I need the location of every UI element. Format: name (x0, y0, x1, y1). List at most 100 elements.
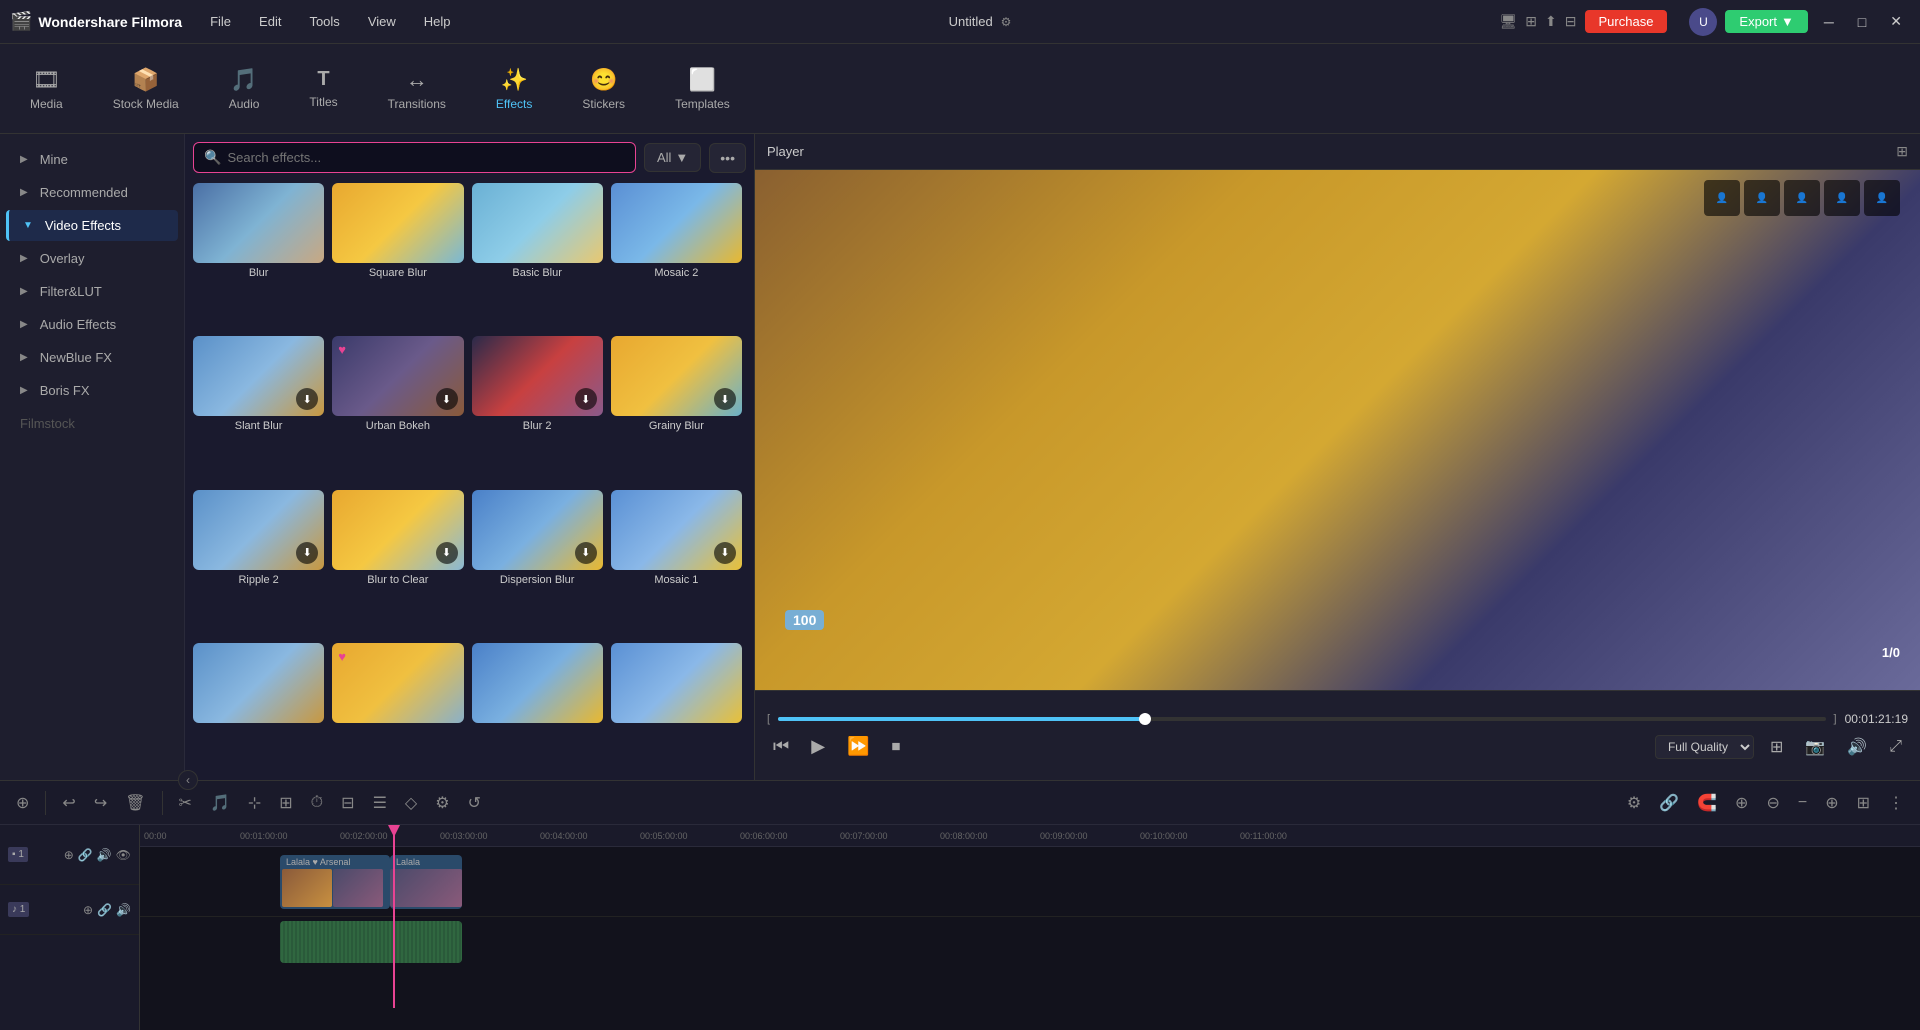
tl-keyframe-button[interactable]: ◇ (399, 789, 423, 817)
minimize-button[interactable]: ─ (1816, 10, 1842, 34)
effect-blur-to-clear[interactable]: ⬇ Blur to Clear (332, 490, 463, 635)
sidebar-item-video-effects[interactable]: ▼ Video Effects (6, 210, 178, 241)
purchase-button[interactable]: Purchase (1585, 10, 1668, 33)
playhead[interactable]: ✂ (393, 825, 395, 1008)
timeline-area[interactable]: 00:00 00:01:00:00 00:02:00:00 00:03:00:0… (140, 825, 1920, 1030)
sidebar-item-recommended[interactable]: ▶ Recommended (6, 177, 178, 208)
toolbar-effects[interactable]: ✨ Effects (486, 61, 542, 117)
track-a1-volume[interactable]: 🔊 (116, 903, 131, 917)
effect-basic-blur[interactable]: Basic Blur (472, 183, 603, 328)
sidebar-item-overlay[interactable]: ▶ Overlay (6, 243, 178, 274)
icon-template[interactable]: ⊞ (1525, 13, 1537, 30)
close-button[interactable]: ✕ (1882, 9, 1910, 34)
progress-bar[interactable] (778, 717, 1825, 721)
tl-snap-button[interactable]: 🔗 (1653, 789, 1685, 817)
play-forward-button[interactable]: ⏩ (841, 734, 875, 759)
tl-transform-button[interactable]: ⊟ (335, 789, 360, 817)
track-v1-add[interactable]: ⊕ (64, 848, 74, 862)
effect-urban-bokeh[interactable]: ♥ ⬇ Urban Bokeh (332, 336, 463, 481)
video-clip-1[interactable]: Lalala ♥ Arsenal (280, 855, 390, 909)
sidebar-item-audio-effects[interactable]: ▶ Audio Effects (6, 309, 178, 340)
effect-row4a[interactable] (193, 643, 324, 772)
sidebar-item-filter-lut[interactable]: ▶ Filter&LUT (6, 276, 178, 307)
effect-square-blur[interactable]: Square Blur (332, 183, 463, 328)
more-options-button[interactable]: ••• (709, 143, 746, 173)
play-button[interactable]: ▶ (805, 734, 831, 759)
toolbar-transitions[interactable]: ↔ Transitions (378, 61, 456, 117)
toolbar-titles[interactable]: T Titles (299, 62, 347, 115)
effect-row4b[interactable]: ♥ (332, 643, 463, 772)
video-clip-2[interactable]: Lalala (390, 855, 462, 909)
menu-file[interactable]: File (200, 10, 241, 33)
fit-screen-button[interactable]: ⊞ (1764, 735, 1789, 759)
toolbar-templates[interactable]: ⬜ Templates (665, 61, 740, 117)
icon-grid[interactable]: ⊟ (1565, 13, 1577, 30)
maximize-button[interactable]: □ (1850, 10, 1874, 34)
toolbar-stickers[interactable]: 😊 Stickers (572, 61, 635, 117)
tl-reverse-button[interactable]: ↺ (462, 789, 487, 817)
effect-dispersion-blur[interactable]: ⬇ Dispersion Blur (472, 490, 603, 635)
track-a1-add[interactable]: ⊕ (83, 903, 93, 917)
effect-blur-2[interactable]: ⬇ Blur 2 (472, 336, 603, 481)
tl-undo-button[interactable]: ↩ (56, 789, 81, 817)
menu-edit[interactable]: Edit (249, 10, 291, 33)
tl-delete-button[interactable]: 🗑 (119, 789, 151, 817)
screenshot-button[interactable]: 📷 (1799, 735, 1831, 759)
track-v1-link[interactable]: 🔗 (78, 848, 93, 862)
menu-view[interactable]: View (358, 10, 406, 33)
bracket-right[interactable]: ] (1834, 713, 1837, 725)
tl-add-media-button[interactable]: ⊕ (10, 789, 35, 817)
user-avatar[interactable]: U (1689, 8, 1717, 36)
tl-minus2-button[interactable]: − (1792, 790, 1813, 816)
sidebar-item-boris-fx[interactable]: ▶ Boris FX (6, 375, 178, 406)
track-a1-link[interactable]: 🔗 (97, 903, 112, 917)
tl-audio-button[interactable]: 🎵 (204, 789, 236, 817)
tl-redo-button[interactable]: ↪ (88, 789, 113, 817)
tl-plus-button[interactable]: ⊕ (1819, 789, 1844, 817)
tl-settings-button[interactable]: ⚙ (1621, 789, 1647, 817)
effect-mosaic-2[interactable]: Mosaic 2 (611, 183, 742, 328)
toolbar-media[interactable]: 🎞 Media (20, 61, 73, 117)
toolbar-stock-media[interactable]: 📦 Stock Media (103, 61, 189, 117)
effect-slant-blur[interactable]: ⬇ Slant Blur (193, 336, 324, 481)
icon-upload[interactable]: ⬆ (1545, 13, 1557, 30)
track-v1-volume[interactable]: 🔊 (97, 848, 112, 862)
fullscreen-button[interactable]: ⤢ (1883, 736, 1908, 758)
stop-button[interactable]: ⏹ (885, 734, 906, 759)
bracket-left[interactable]: [ (767, 713, 770, 725)
tl-more-button[interactable]: ⋮ (1882, 789, 1910, 817)
tl-speed-button[interactable]: ⏱ (305, 790, 329, 816)
tl-crop-button[interactable]: ⊹ (242, 789, 267, 817)
skip-back-button[interactable]: ⏮ (767, 734, 795, 759)
effect-mosaic-1[interactable]: ⬇ Mosaic 1 (611, 490, 742, 635)
tl-magnet-button[interactable]: 🧲 (1691, 789, 1723, 817)
effect-row4c[interactable] (472, 643, 603, 772)
sidebar-item-mine[interactable]: ▶ Mine (6, 144, 178, 175)
search-input[interactable]: blur (227, 150, 625, 165)
tl-correction-button[interactable]: ⚙ (429, 789, 455, 817)
icon-screen[interactable]: 🖥 (1500, 13, 1518, 30)
effect-grainy-blur[interactable]: ⬇ Grainy Blur (611, 336, 742, 481)
tl-grid-button[interactable]: ⊞ (1851, 789, 1876, 817)
export-button[interactable]: Export ▼ (1725, 10, 1807, 33)
tl-composite-button[interactable]: ☰ (367, 789, 393, 817)
quality-select[interactable]: Full Quality (1655, 735, 1754, 759)
track-v1-eye[interactable]: 👁 (116, 848, 131, 862)
volume-button[interactable]: 🔊 (1841, 735, 1873, 759)
tl-link-button[interactable]: ⊕ (1729, 789, 1754, 817)
toolbar-audio[interactable]: 🎵 Audio (219, 61, 270, 117)
menu-tools[interactable]: Tools (299, 10, 349, 33)
audio-clip-1[interactable] (280, 921, 462, 963)
player-expand-icon[interactable]: ⊞ (1896, 143, 1908, 160)
filter-dropdown-button[interactable]: All ▼ (644, 143, 701, 172)
sidebar-item-filmstock[interactable]: Filmstock (6, 408, 178, 439)
tl-cut-button[interactable]: ✂ (173, 789, 198, 817)
effect-ripple-2[interactable]: ⬇ Ripple 2 (193, 490, 324, 635)
tl-minus-button[interactable]: ⊖ (1760, 789, 1785, 817)
effect-row4d[interactable] (611, 643, 742, 772)
title-settings-icon[interactable]: ⚙ (1001, 15, 1012, 29)
sidebar-item-newblue-fx[interactable]: ▶ NewBlue FX (6, 342, 178, 373)
tl-split-button[interactable]: ⊞ (273, 789, 298, 817)
effect-blur[interactable]: Blur (193, 183, 324, 328)
menu-help[interactable]: Help (414, 10, 461, 33)
